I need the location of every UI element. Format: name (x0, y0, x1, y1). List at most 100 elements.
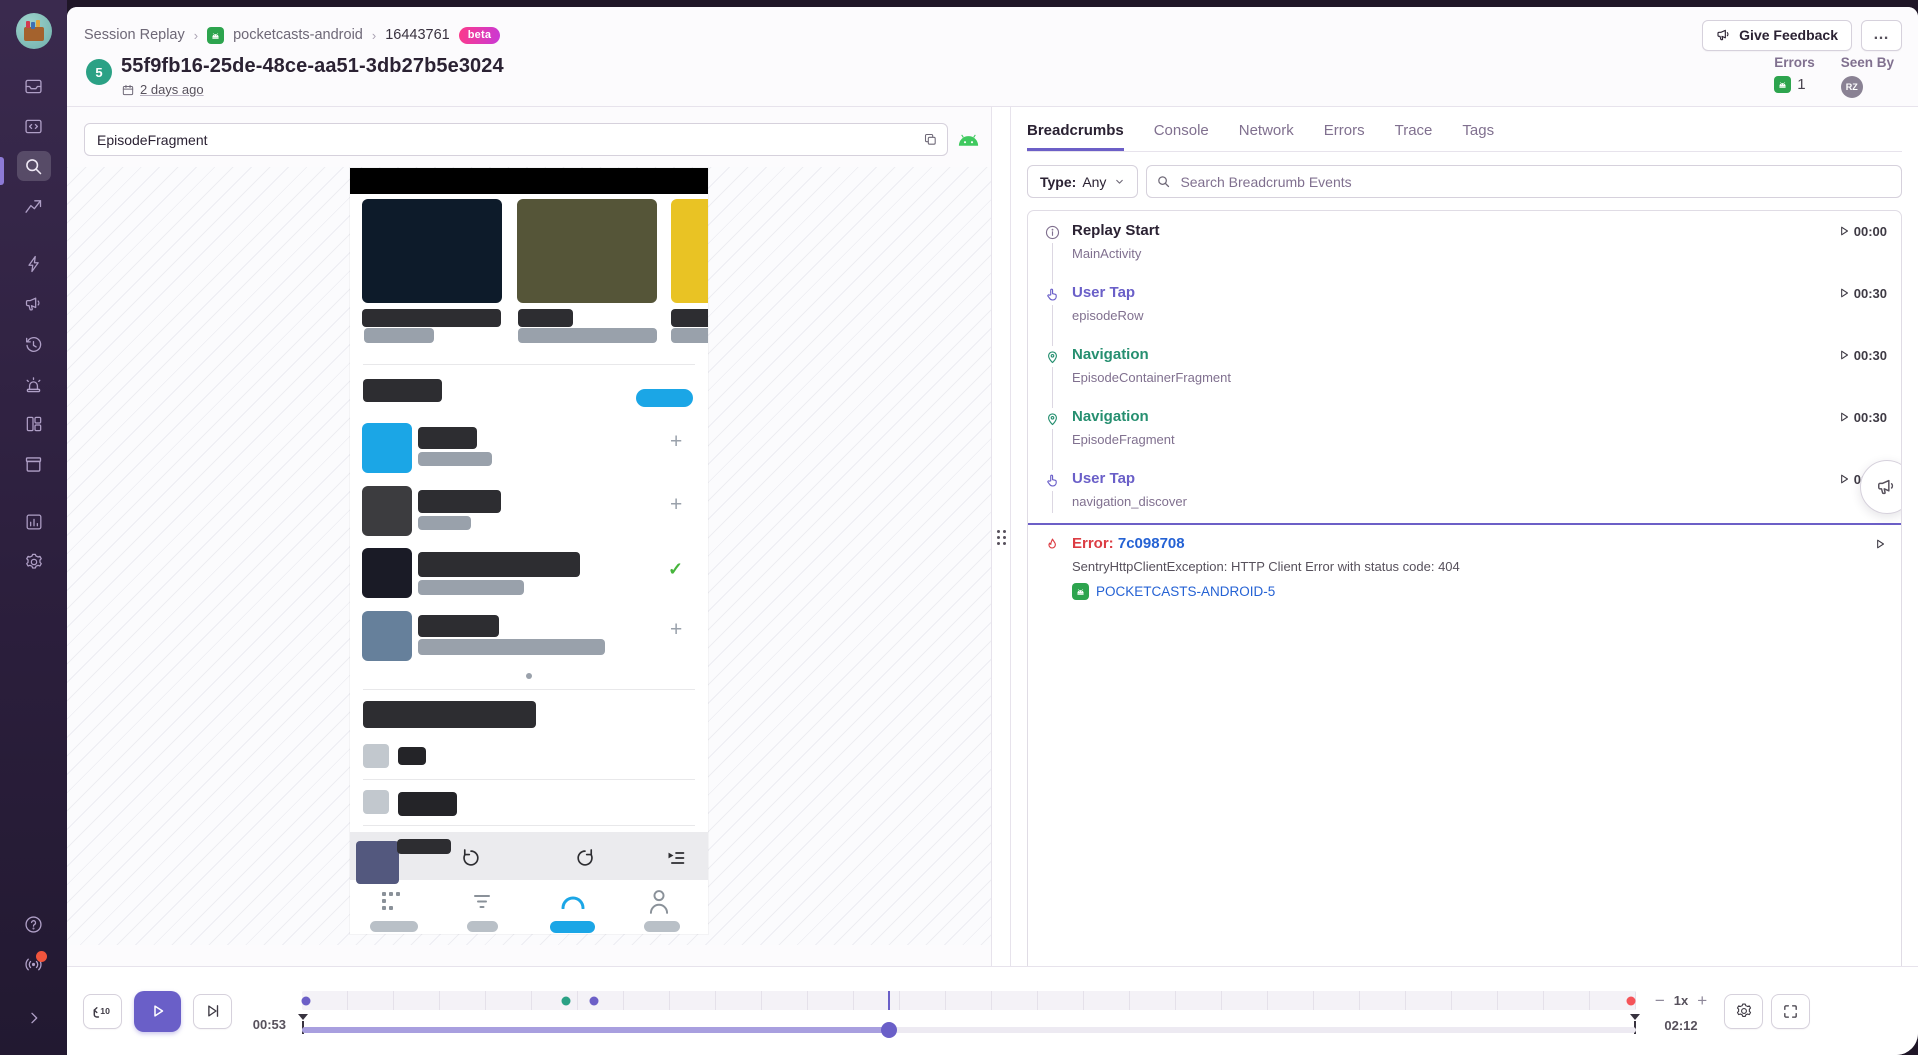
timeline-marker-error[interactable] (1626, 996, 1635, 1005)
calendar-icon (121, 83, 135, 97)
more-options-button[interactable]: … (1861, 20, 1902, 51)
bar-chart-icon (24, 512, 44, 532)
sidebar-item-feedback[interactable] (17, 289, 51, 319)
grip-dots-icon (997, 530, 1005, 544)
sidebar-item-stats[interactable] (17, 507, 51, 537)
event-timestamp[interactable] (1873, 535, 1887, 600)
tap-icon (1042, 284, 1063, 305)
archive-box-icon (23, 454, 44, 475)
timeline-marker-replay-start[interactable] (302, 996, 311, 1005)
sidebar-whats-new[interactable] (17, 949, 51, 979)
player-settings-button[interactable] (1724, 994, 1763, 1029)
play-button[interactable] (134, 991, 181, 1032)
playback-speed[interactable]: 1x (1674, 993, 1688, 1008)
session-time-ago[interactable]: 2 days ago (140, 82, 204, 97)
sidebar-item-dashboards[interactable] (17, 409, 51, 439)
breadcrumb-session-replay[interactable]: Session Replay (84, 27, 185, 43)
breadcrumb-replay-id: 16443761 (385, 27, 450, 43)
timeline-zoom-out-button[interactable]: − (1655, 992, 1665, 1009)
line-chart-icon (23, 196, 44, 217)
play-outline-icon (1837, 472, 1851, 486)
sidebar (0, 0, 67, 1055)
copy-button[interactable] (917, 127, 943, 152)
page-title: 55f9fb16-25de-48ce-aa51-3db27b5e3024 (121, 55, 504, 78)
timeline-event-strip[interactable] (302, 991, 1636, 1010)
give-feedback-button[interactable]: Give Feedback (1702, 20, 1852, 51)
org-logo-icon (24, 27, 44, 41)
replay-player-panel: + + ✓ + (67, 107, 992, 966)
tab-errors[interactable]: Errors (1324, 122, 1365, 151)
error-id-link[interactable]: 7c098708 (1118, 535, 1185, 552)
clock-history-icon (23, 334, 44, 355)
timeline-zoom-in-button[interactable]: + (1697, 992, 1707, 1009)
sidebar-item-performance[interactable] (17, 249, 51, 279)
fullscreen-button[interactable] (1771, 994, 1810, 1029)
sidebar-collapse[interactable] (17, 1003, 51, 1033)
location-pin-icon (1042, 408, 1063, 429)
tab-network[interactable]: Network (1239, 122, 1294, 151)
megaphone-icon (1716, 27, 1732, 43)
timeline-scrubber-handle[interactable] (881, 1022, 897, 1038)
breadcrumb-event-row[interactable]: Replay Start MainActivity 00:00 (1028, 213, 1901, 275)
issue-link[interactable]: POCKETCASTS-ANDROID-5 (1096, 584, 1275, 599)
timeline[interactable] (302, 979, 1636, 1043)
breadcrumb-event-row[interactable]: User Tap episodeRow 00:30 (1028, 275, 1901, 337)
breadcrumb-event-row[interactable]: User Tap navigation_discover 00:33 (1028, 461, 1901, 523)
breadcrumb-event-row-error[interactable]: Error: 7c098708 SentryHttpClientExceptio… (1028, 523, 1901, 608)
android-project-icon (1774, 76, 1791, 93)
wireframe-card (517, 199, 657, 303)
breadcrumb-event-row[interactable]: Navigation EpisodeContainerFragment 00:3… (1028, 337, 1901, 399)
timeline-marker-issue[interactable] (562, 996, 571, 1005)
header: Session Replay › pocketcasts-android › 1… (67, 7, 1918, 106)
dom-search-input[interactable] (84, 123, 948, 156)
sidebar-item-replays[interactable] (17, 329, 51, 359)
jump-back-button[interactable]: 10 (83, 994, 122, 1029)
errors-count[interactable]: 1 (1797, 76, 1805, 93)
type-filter-dropdown[interactable]: Type: Any (1027, 165, 1138, 198)
fullscreen-icon (1782, 1003, 1799, 1020)
up-next-icon (666, 850, 686, 866)
plus-icon: + (670, 431, 682, 452)
timeline-marker-tap[interactable] (590, 996, 599, 1005)
dashboard-icon (24, 414, 44, 434)
total-duration: 02:12 (1664, 1018, 1697, 1033)
tab-trace[interactable]: Trace (1395, 122, 1433, 151)
replay-details-panel: Breadcrumbs Console Network Errors Trace… (1011, 107, 1918, 966)
fast-forward-icon (574, 847, 596, 869)
sidebar-item-alerts[interactable] (17, 369, 51, 399)
sidebar-item-explore[interactable] (17, 151, 51, 181)
org-avatar[interactable] (16, 13, 52, 49)
sidebar-item-insights[interactable] (17, 191, 51, 221)
chevron-down-icon (1114, 176, 1125, 187)
session-number-badge: 5 (86, 59, 112, 85)
tab-tags[interactable]: Tags (1462, 122, 1494, 151)
panel-resize-handle[interactable] (992, 107, 1011, 966)
tab-console[interactable]: Console (1154, 122, 1209, 151)
play-outline-icon (1837, 286, 1851, 300)
skip-to-end-button[interactable] (193, 994, 232, 1029)
sidebar-item-projects[interactable] (17, 111, 51, 141)
breadcrumb-separator: › (194, 28, 198, 43)
seen-by-label: Seen By (1841, 55, 1894, 70)
main-content: Session Replay › pocketcasts-android › 1… (67, 7, 1918, 1055)
breadcrumb-event-row[interactable]: Navigation EpisodeFragment 00:30 (1028, 399, 1901, 461)
details-tabs: Breadcrumbs Console Network Errors Trace… (1027, 107, 1902, 152)
avatar[interactable]: RZ (1841, 76, 1863, 98)
rewind-icon (460, 847, 482, 869)
tab-breadcrumbs[interactable]: Breadcrumbs (1027, 122, 1124, 151)
sidebar-item-releases[interactable] (17, 449, 51, 479)
breadcrumb-search-input[interactable] (1146, 165, 1902, 198)
event-timestamp[interactable]: 00:30 (1837, 284, 1887, 329)
info-icon (1042, 222, 1063, 243)
event-timestamp[interactable]: 00:30 (1837, 346, 1887, 391)
replay-viewport[interactable]: + + ✓ + (67, 167, 991, 945)
event-timestamp[interactable]: 00:00 (1837, 222, 1887, 267)
rewind-10-icon: 10 (92, 1000, 114, 1022)
sidebar-help[interactable] (17, 909, 51, 939)
sidebar-item-issues[interactable] (17, 71, 51, 101)
event-timestamp[interactable]: 00:30 (1837, 408, 1887, 453)
breadcrumb-project[interactable]: pocketcasts-android (233, 27, 363, 43)
timeline-progress-track[interactable] (302, 1027, 1636, 1033)
sidebar-item-settings[interactable] (17, 547, 51, 577)
current-time: 00:53 (244, 1017, 286, 1032)
